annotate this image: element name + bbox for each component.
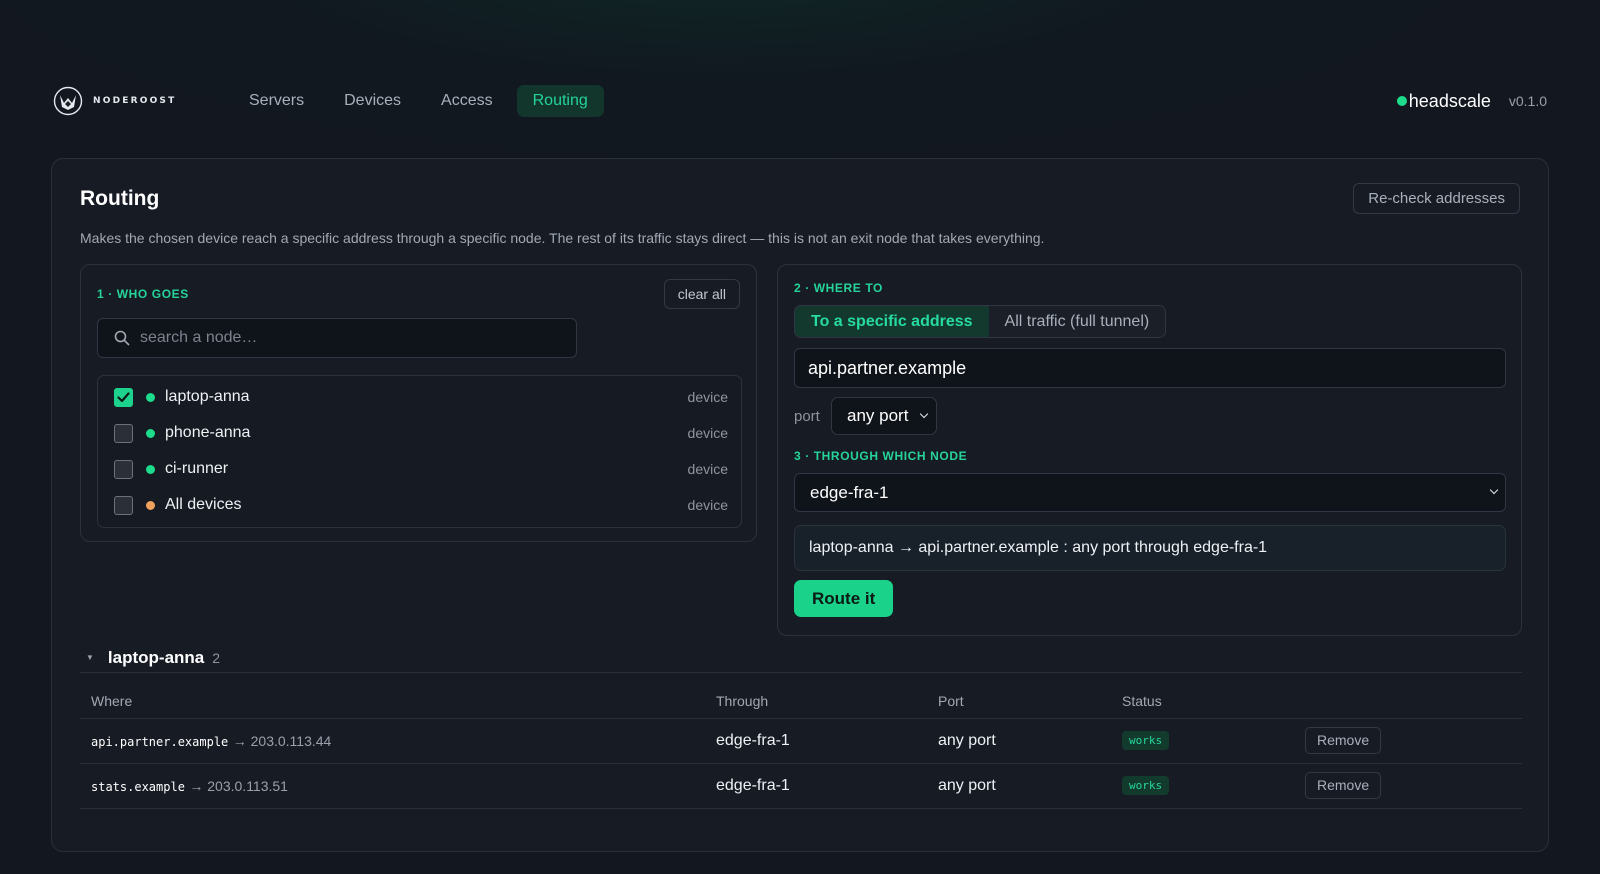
nav-right: headscale v0.1.0 (1396, 90, 1547, 112)
node-type: device (687, 425, 728, 441)
chevron-down-icon (1489, 485, 1499, 495)
nav-link-routing[interactable]: Routing (516, 85, 604, 117)
node-row-phone-anna[interactable]: phone-anna device (98, 415, 741, 451)
table-row: stats.example → 203.0.113.51 edge-fra-1 … (80, 764, 1522, 809)
route-host: stats.example (91, 780, 185, 794)
route-where: api.partner.example → 203.0.113.44 (91, 719, 331, 764)
node-name: laptop-anna (165, 388, 250, 405)
node-row-laptop-anna[interactable]: laptop-anna device (98, 379, 741, 415)
node-checkbox[interactable] (114, 423, 133, 443)
route-mode-toggle: To a specific address All traffic (full … (794, 305, 1167, 338)
page-title: Routing (80, 187, 160, 210)
route-summary: laptop-anna → api.partner.example : any … (794, 525, 1506, 571)
node-name: ci-runner (165, 460, 229, 477)
recheck-addresses-button[interactable]: Re-check addresses (1353, 183, 1520, 214)
online-status-dot-icon (146, 464, 155, 474)
node-checkbox[interactable] (114, 495, 133, 515)
route-group-header[interactable]: ▼ laptop-anna 2 (80, 643, 1522, 673)
online-status-dot-icon (146, 428, 155, 438)
port-select[interactable]: any port (831, 397, 937, 435)
route-status: works (1122, 764, 1170, 808)
brand[interactable]: NODEROOST (53, 86, 233, 116)
through-node-value: edge-fra-1 (810, 483, 889, 502)
route-where: stats.example → 203.0.113.51 (91, 764, 288, 809)
page-description: Makes the chosen device reach a specific… (80, 230, 1045, 246)
node-type: device (687, 389, 728, 405)
brand-logo-icon (53, 86, 83, 116)
routes-table-header: Where Through Port Status (80, 691, 1522, 719)
node-search (97, 318, 577, 358)
node-checkbox[interactable] (114, 459, 133, 479)
online-status-dot-icon (146, 392, 155, 402)
route-through: edge-fra-1 (716, 732, 790, 749)
checkmark-icon (117, 391, 130, 402)
route-it-button[interactable]: Route it (794, 580, 894, 617)
node-name: All devices (165, 496, 242, 513)
clear-all-button[interactable]: clear all (663, 279, 740, 309)
chevron-down-icon (919, 409, 929, 419)
node-type: device (687, 461, 728, 477)
collapse-caret-icon[interactable]: ▼ (86, 653, 94, 662)
who-goes-panel: 1 · WHO GOES clear all laptop-anna devic… (80, 264, 757, 542)
route-ip: → 203.0.113.51 (189, 778, 288, 794)
version-label: v0.1.0 (1508, 93, 1547, 109)
search-icon (114, 330, 130, 346)
column-header-port: Port (938, 693, 964, 709)
server-indicator: headscale (1396, 90, 1491, 112)
group-status-dot-icon (146, 500, 155, 510)
port-label: port (794, 408, 820, 425)
status-badge: works (1122, 776, 1170, 796)
mode-full-tunnel[interactable]: All traffic (full tunnel) (988, 306, 1166, 337)
route-through: edge-fra-1 (716, 777, 790, 794)
column-header-where: Where (91, 693, 133, 709)
status-badge: works (1122, 731, 1170, 751)
server-status-dot-icon (1396, 96, 1407, 106)
node-search-input[interactable] (140, 329, 560, 347)
nav-link-servers[interactable]: Servers (233, 85, 320, 117)
node-row-all-devices[interactable]: All devices device (98, 487, 741, 523)
through-node-heading: 3 · THROUGH WHICH NODE (794, 449, 968, 463)
route-group-count: 2 (212, 649, 221, 666)
route-port: any port (938, 732, 996, 749)
node-list: laptop-anna device phone-anna device ci-… (97, 375, 742, 528)
routing-card: Routing Re-check addresses Makes the cho… (51, 158, 1549, 852)
remove-route-button[interactable]: Remove (1305, 772, 1382, 799)
table-row: api.partner.example → 203.0.113.44 edge-… (80, 719, 1522, 764)
route-status: works (1122, 719, 1170, 763)
top-nav: NODEROOST Servers Devices Access Routing… (53, 84, 1547, 118)
nav-link-devices[interactable]: Devices (328, 85, 417, 117)
node-type: device (687, 497, 728, 513)
server-name: headscale (1408, 90, 1491, 111)
node-name: phone-anna (165, 424, 251, 441)
mode-specific-address[interactable]: To a specific address (795, 306, 989, 337)
nav-links: Servers Devices Access Routing (233, 85, 604, 117)
column-header-through: Through (716, 693, 769, 709)
port-select-value: any port (847, 406, 909, 425)
node-row-ci-runner[interactable]: ci-runner device (98, 451, 741, 487)
node-checkbox[interactable] (114, 387, 133, 407)
where-to-heading: 2 · WHERE TO (794, 281, 883, 295)
through-node-select[interactable]: edge-fra-1 (794, 473, 1506, 512)
brand-name: NODEROOST (93, 96, 177, 106)
remove-route-button[interactable]: Remove (1305, 727, 1382, 754)
where-to-panel: 2 · WHERE TO To a specific address All t… (777, 264, 1522, 636)
route-port: any port (938, 777, 996, 794)
route-ip: → 203.0.113.44 (232, 733, 332, 749)
column-header-status: Status (1122, 693, 1162, 709)
route-host: api.partner.example (91, 735, 229, 749)
route-group-name: laptop-anna (107, 647, 205, 667)
address-input[interactable]: api.partner.example (794, 348, 1506, 388)
who-goes-heading: 1 · WHO GOES (97, 287, 189, 301)
nav-link-access[interactable]: Access (425, 85, 509, 117)
